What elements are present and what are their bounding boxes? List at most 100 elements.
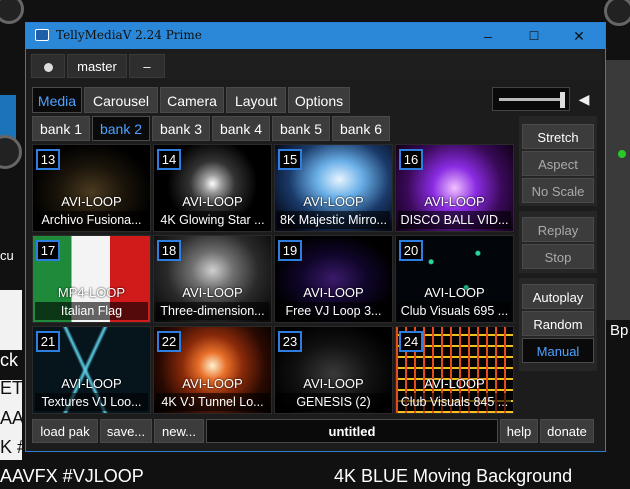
- cell-number: 23: [278, 331, 302, 352]
- pak-title: untitled: [206, 419, 498, 443]
- background-caption: 4K BLUE Moving Background: [334, 466, 573, 486]
- media-cell[interactable]: 18 AVI-LOOP Three-dimension...: [153, 235, 272, 323]
- tab-options[interactable]: Options: [288, 87, 350, 113]
- background-text: ET: [0, 378, 24, 398]
- minimize-button[interactable]: –: [468, 23, 508, 49]
- master-button[interactable]: master: [67, 54, 127, 78]
- background-caption: AAVFX #VJLOOP: [0, 466, 144, 486]
- cell-name: Three-dimension...: [156, 302, 269, 320]
- bank-3-button[interactable]: bank 3: [152, 116, 210, 141]
- save-button[interactable]: save...: [100, 419, 152, 443]
- media-cell[interactable]: 15 AVI-LOOP 8K Majestic Mirro...: [274, 144, 393, 232]
- stretch-button[interactable]: Stretch: [522, 124, 594, 149]
- cell-number: 13: [36, 149, 60, 170]
- background-panel: [604, 60, 630, 320]
- cell-number: 15: [278, 149, 302, 170]
- background-text: Bp: [610, 322, 629, 339]
- no-scale-button[interactable]: No Scale: [522, 178, 594, 203]
- cell-number: 19: [278, 240, 302, 261]
- maximize-button[interactable]: ☐: [514, 23, 554, 49]
- tab-layout[interactable]: Layout: [226, 87, 286, 113]
- minus-button[interactable]: –: [129, 54, 165, 78]
- title-bar[interactable]: TellyMediaV 2.24 Prime – ☐ ✕: [26, 23, 605, 49]
- bank-1-button[interactable]: bank 1: [32, 116, 90, 141]
- cell-name: Textures VJ Loo...: [35, 393, 148, 411]
- media-cell[interactable]: 17 MP4-LOOP Italian Flag: [32, 235, 151, 323]
- cell-name: 8K Majestic Mirro...: [277, 211, 390, 229]
- media-cell[interactable]: 14 AVI-LOOP 4K Glowing Star ...: [153, 144, 272, 232]
- cell-name: 4K Glowing Star ...: [156, 211, 269, 229]
- bank-4-button[interactable]: bank 4: [212, 116, 270, 141]
- cell-number: 16: [399, 149, 423, 170]
- media-cell[interactable]: 22 AVI-LOOP 4K VJ Tunnel Lo...: [153, 326, 272, 414]
- cell-name: DISCO BALL VID...: [398, 211, 511, 229]
- cell-number: 21: [36, 331, 60, 352]
- donate-button[interactable]: donate: [540, 419, 594, 443]
- cell-type: AVI-LOOP: [61, 376, 122, 391]
- help-button[interactable]: help: [500, 419, 538, 443]
- cell-name: 4K VJ Tunnel Lo...: [156, 393, 269, 411]
- status-light-icon: [618, 150, 626, 158]
- cell-name: Free VJ Loop 3...: [277, 302, 390, 320]
- cell-number: 22: [157, 331, 181, 352]
- cell-type: AVI-LOOP: [303, 194, 364, 209]
- bank-5-button[interactable]: bank 5: [272, 116, 330, 141]
- master-bar: master –: [29, 53, 602, 79]
- aspect-button[interactable]: Aspect: [522, 151, 594, 176]
- new-button[interactable]: new...: [154, 419, 204, 443]
- background-text: cu: [0, 248, 14, 263]
- background-text: ck: [0, 350, 18, 370]
- cell-type: AVI-LOOP: [182, 194, 243, 209]
- cell-number: 17: [36, 240, 60, 261]
- manual-button[interactable]: Manual: [522, 338, 594, 363]
- volume-slider[interactable]: [492, 87, 570, 111]
- cell-type: AVI-LOOP: [424, 376, 485, 391]
- media-cell[interactable]: 21 AVI-LOOP Textures VJ Loo...: [32, 326, 151, 414]
- media-cell[interactable]: 23 AVI-LOOP GENESIS (2): [274, 326, 393, 414]
- media-cell[interactable]: 16 AVI-LOOP DISCO BALL VID...: [395, 144, 514, 232]
- cell-name: Italian Flag: [35, 302, 148, 320]
- cell-type: AVI-LOOP: [182, 285, 243, 300]
- film-reel-icon: [604, 0, 630, 26]
- media-cell[interactable]: 13 AVI-LOOP Archivo Fusiona...: [32, 144, 151, 232]
- cell-type: AVI-LOOP: [182, 376, 243, 391]
- slider-track: [499, 98, 563, 101]
- close-button[interactable]: ✕: [559, 23, 599, 49]
- film-reel-icon: [0, 135, 22, 169]
- cell-number: 14: [157, 149, 181, 170]
- background-strip: [0, 290, 22, 350]
- cell-number: 20: [399, 240, 423, 261]
- background-text: AA: [0, 408, 25, 428]
- cell-number: 24: [399, 331, 423, 352]
- master-toggle-button[interactable]: [31, 54, 65, 78]
- cell-name: Club Visuals 845 ...: [398, 393, 511, 411]
- autoplay-button[interactable]: Autoplay: [522, 284, 594, 309]
- cell-type: AVI-LOOP: [424, 194, 485, 209]
- tab-media[interactable]: Media: [32, 87, 82, 113]
- speaker-icon[interactable]: ◀: [576, 89, 592, 109]
- replay-button[interactable]: Replay: [522, 217, 594, 242]
- media-cell[interactable]: 19 AVI-LOOP Free VJ Loop 3...: [274, 235, 393, 323]
- cell-type: AVI-LOOP: [303, 285, 364, 300]
- cell-type: MP4-LOOP: [57, 285, 126, 300]
- dot-icon: [43, 63, 53, 73]
- media-cell[interactable]: 24 AVI-LOOP Club Visuals 845 ...: [395, 326, 514, 414]
- tab-carousel[interactable]: Carousel: [84, 87, 158, 113]
- load-pak-button[interactable]: load pak: [32, 419, 98, 443]
- window-title: TellyMediaV 2.24 Prime: [56, 28, 202, 42]
- cell-number: 18: [157, 240, 181, 261]
- random-button[interactable]: Random: [522, 311, 594, 336]
- app-window: TellyMediaV 2.24 Prime – ☐ ✕ master – Me…: [25, 22, 606, 452]
- cell-type: AVI-LOOP: [303, 376, 364, 391]
- cell-type: AVI-LOOP: [61, 194, 122, 209]
- cell-name: Archivo Fusiona...: [35, 211, 148, 229]
- media-cell[interactable]: 20 AVI-LOOP Club Visuals 695 ...: [395, 235, 514, 323]
- tab-camera[interactable]: Camera: [160, 87, 224, 113]
- app-icon: [35, 29, 49, 41]
- bank-6-button[interactable]: bank 6: [332, 116, 390, 141]
- bank-2-button[interactable]: bank 2: [92, 116, 150, 141]
- stop-button[interactable]: Stop: [522, 244, 594, 269]
- slider-handle[interactable]: [560, 92, 565, 108]
- film-reel-icon: [0, 0, 24, 24]
- cell-name: GENESIS (2): [277, 393, 390, 411]
